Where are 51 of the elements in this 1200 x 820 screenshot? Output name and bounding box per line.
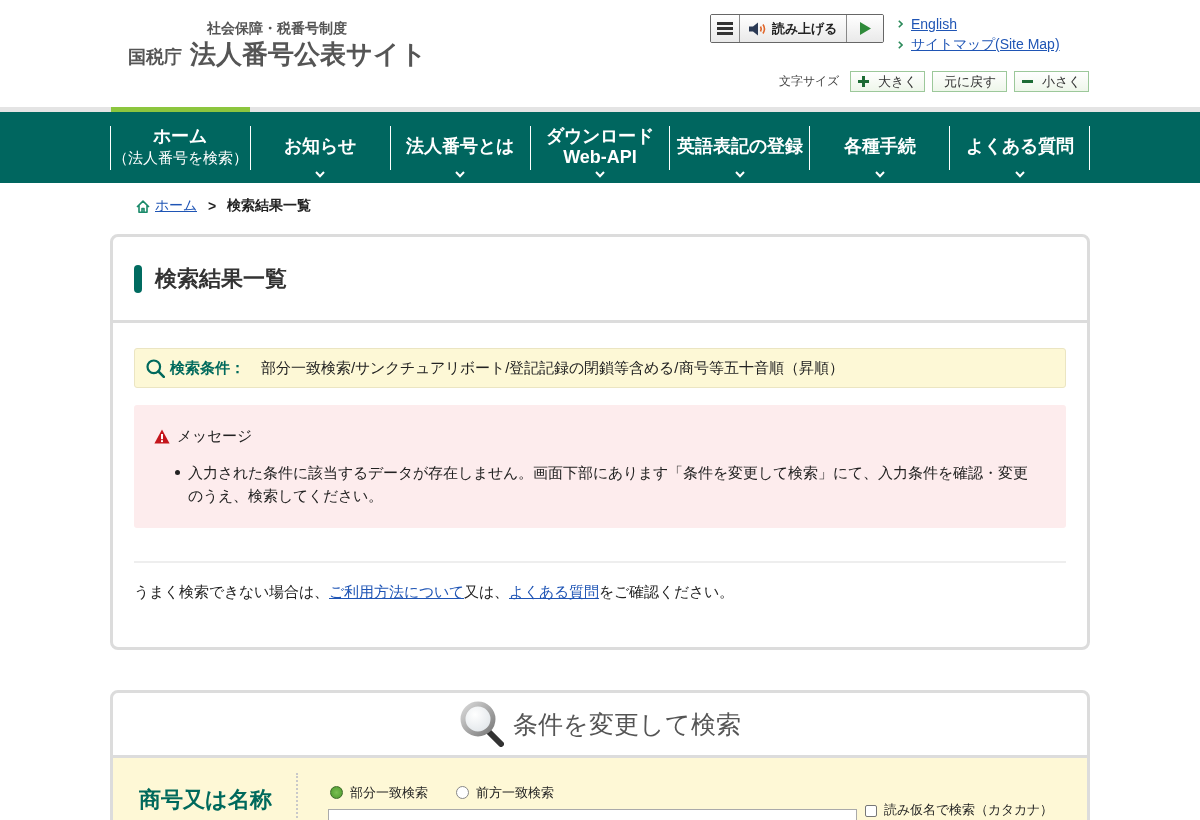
nav-tab[interactable]: お知らせ bbox=[250, 107, 390, 183]
speaker-icon bbox=[749, 21, 767, 36]
bullet-icon bbox=[175, 470, 180, 475]
home-icon bbox=[136, 199, 150, 213]
chevron-right-icon bbox=[898, 20, 903, 28]
nav-tab[interactable]: 英語表記の登録 bbox=[670, 107, 810, 183]
magnifier-icon bbox=[459, 701, 504, 747]
conditions-text: 部分一致検索/サンクチュアリボート/登記記録の閉鎖等含める/商号等五十音順（昇順） bbox=[261, 358, 844, 378]
chevron-right-icon bbox=[898, 41, 903, 49]
font-size-label: 文字サイズ bbox=[779, 73, 839, 90]
header-link[interactable]: English bbox=[911, 16, 957, 32]
radio-button[interactable] bbox=[456, 786, 469, 799]
message-title: メッセージ bbox=[177, 426, 252, 446]
page-title: 検索結果一覧 bbox=[155, 264, 287, 293]
play-icon bbox=[859, 22, 871, 35]
help-link[interactable]: よくある質問 bbox=[509, 583, 599, 600]
read-aloud-button[interactable]: 読み上げる bbox=[740, 15, 847, 42]
title-marker-icon bbox=[134, 264, 142, 293]
field-label: 商号又は名称 bbox=[138, 786, 273, 814]
plus-icon bbox=[858, 76, 869, 87]
form-title: 条件を変更して検索 bbox=[512, 708, 741, 740]
conditions-label: 検索条件： bbox=[170, 358, 245, 378]
nav-tab[interactable]: よくある質問 bbox=[950, 107, 1089, 183]
breadcrumb-link[interactable]: ホーム bbox=[155, 197, 197, 215]
menu-icon bbox=[717, 22, 733, 35]
help-text: うまく検索できない場合は、ご利用方法について又は、よくある質問をご確認ください。 bbox=[134, 582, 735, 602]
font-size-button[interactable]: 小さく bbox=[1014, 71, 1089, 92]
message-text: 入力された条件に該当するデータが存在しません。画面下部にあります「条件を変更して検索」にて、入力条件を確認・変更のうえ、検索してください。 bbox=[188, 463, 1029, 506]
font-size-button[interactable]: 大きく bbox=[850, 71, 925, 92]
logo-agency: 国税庁 bbox=[128, 46, 182, 69]
minus-icon bbox=[1022, 80, 1033, 83]
nav-tab[interactable]: 法人番号とは bbox=[390, 107, 530, 183]
header-link[interactable]: サイトマップ(Site Map) bbox=[911, 36, 1060, 54]
menu-button[interactable] bbox=[711, 15, 740, 42]
breadcrumb-separator: > bbox=[208, 198, 217, 214]
checkbox-label: 読み仮名で検索（カタカナ） bbox=[884, 803, 1053, 816]
warning-icon bbox=[154, 428, 170, 444]
radio-label: 部分一致検索 bbox=[350, 783, 428, 802]
search-icon bbox=[146, 358, 165, 378]
site-title[interactable]: 法人番号公表サイト bbox=[190, 38, 427, 70]
logo-subtitle: 社会保障・税番号制度 bbox=[207, 19, 348, 37]
nav-tab[interactable]: ホーム （法人番号を検索） bbox=[111, 107, 250, 183]
checkbox[interactable] bbox=[865, 805, 877, 817]
nav-tab[interactable]: 各種手続 bbox=[810, 107, 950, 183]
help-link[interactable]: ご利用方法について bbox=[329, 583, 464, 600]
nav-tab[interactable]: ダウンロード Web-API bbox=[530, 107, 670, 183]
font-size-button[interactable]: 元に戻す bbox=[932, 71, 1007, 92]
breadcrumb-current: 検索結果一覧 bbox=[227, 197, 312, 215]
play-button[interactable] bbox=[847, 15, 883, 42]
radio-label: 前方一致検索 bbox=[476, 783, 554, 802]
radio-button[interactable] bbox=[330, 786, 343, 799]
